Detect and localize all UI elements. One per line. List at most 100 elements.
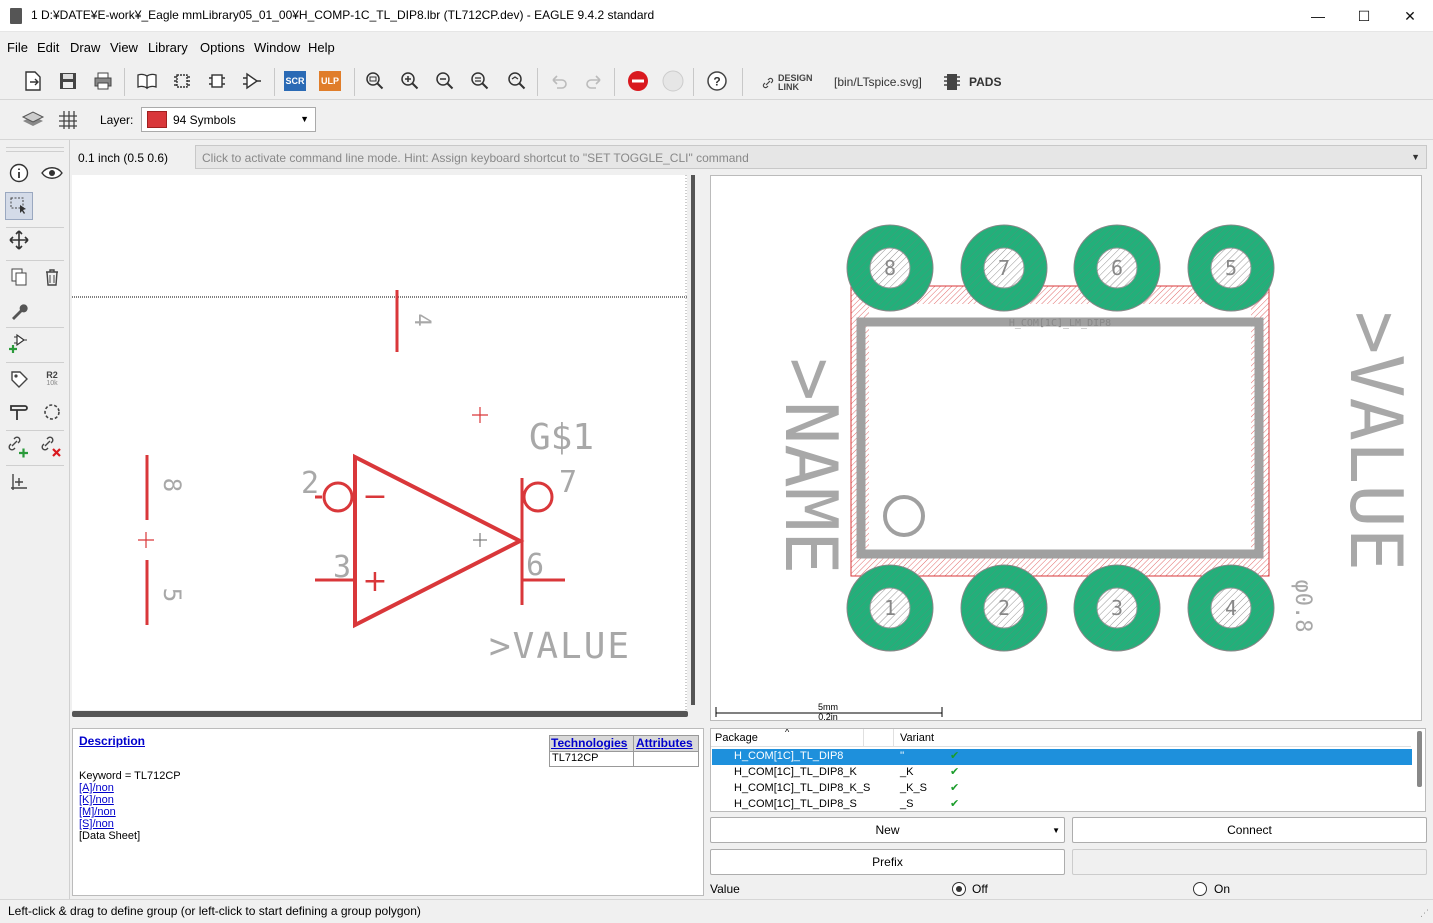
menu-library[interactable]: Library	[148, 40, 188, 55]
menu-help[interactable]: Help	[308, 40, 335, 55]
delete-icon[interactable]	[38, 263, 66, 291]
restrict-area-inner	[869, 304, 1251, 558]
toolbar-separator	[354, 68, 355, 96]
name-tag-icon[interactable]	[5, 365, 33, 393]
r2-label: R2	[46, 369, 58, 380]
pin-number-4: 4	[409, 313, 434, 326]
command-line-input[interactable]: Click to activate command line mode. Hin…	[195, 145, 1427, 169]
menu-window[interactable]: Window	[254, 40, 300, 55]
description-link[interactable]: Description	[79, 734, 145, 748]
menu-view[interactable]: View	[110, 40, 138, 55]
value-on-radio[interactable]	[1193, 882, 1207, 896]
table-scrollbar-track[interactable]	[1416, 729, 1424, 791]
move-icon[interactable]	[5, 226, 33, 254]
zoom-in-icon[interactable]	[397, 69, 423, 93]
device-icon[interactable]	[204, 69, 230, 93]
wrench-icon[interactable]	[5, 297, 33, 325]
attributes-link[interactable]: Attributes	[636, 736, 693, 750]
add-gate-icon[interactable]	[5, 330, 33, 358]
layer-label: Layer:	[100, 113, 134, 127]
package-name-label: >NAME	[769, 358, 853, 575]
table-row[interactable]: H_COM[1C]_TL_DIP8_K_S _K_S ✔	[712, 781, 1412, 797]
connect-button[interactable]: Connect	[1072, 817, 1427, 843]
package-outline-label: H_COM[1C]_LM_DIP8	[1009, 318, 1111, 329]
smash-icon[interactable]	[5, 398, 33, 426]
connect-add-icon[interactable]	[5, 433, 33, 461]
layer-select[interactable]: 94 Symbols ▼	[141, 107, 316, 132]
value-tool-icon[interactable]: R2 10k	[38, 365, 66, 393]
menu-options[interactable]: Options	[200, 40, 245, 55]
chevron-down-icon: ▼	[1052, 826, 1060, 835]
copy-icon[interactable]	[5, 263, 33, 291]
prefix-button[interactable]: Prefix	[710, 849, 1065, 875]
ulp-button[interactable]: ULP	[319, 71, 341, 91]
technologies-table: Technologies Attributes TL712CP	[549, 735, 699, 767]
save-icon[interactable]	[55, 69, 81, 93]
redo-icon[interactable]	[581, 69, 607, 93]
pads-bottom: 1 2 3 4	[846, 564, 1275, 652]
ltspice-button[interactable]: [bin/LTspice.svg]	[834, 75, 922, 89]
help-icon[interactable]: ?	[704, 69, 730, 93]
print-icon[interactable]	[90, 69, 116, 93]
link-a-non[interactable]: [A]/non	[79, 782, 114, 794]
undo-icon[interactable]	[546, 69, 572, 93]
zoom-out-icon[interactable]	[432, 69, 458, 93]
close-button[interactable]: ✕	[1387, 0, 1433, 32]
layers-icon[interactable]	[20, 108, 46, 132]
minimize-button[interactable]: —	[1295, 0, 1341, 32]
grid-icon[interactable]	[55, 108, 81, 132]
zoom-fit-icon[interactable]	[362, 69, 388, 93]
link-m-non[interactable]: [M]/non	[79, 806, 116, 818]
info-icon[interactable]	[5, 159, 33, 187]
zoom-previous-icon[interactable]	[467, 69, 493, 93]
inversion-bubble	[522, 481, 554, 513]
horizontal-scrollbar[interactable]	[72, 711, 688, 717]
technologies-link[interactable]: Technologies	[551, 736, 627, 750]
package-icon[interactable]	[169, 69, 195, 93]
table-row[interactable]: H_COM[1C]_TL_DIP8 '' ✔	[712, 749, 1412, 765]
library-book-icon[interactable]	[134, 69, 160, 93]
symbol-editor-canvas[interactable]: 4 G$1 8 5 − 2 + 3 7 6 >VALUE	[72, 175, 687, 710]
maximize-button[interactable]: ☐	[1341, 0, 1387, 32]
chevron-down-icon[interactable]: ▼	[1411, 152, 1420, 162]
script-button[interactable]: SCR	[284, 71, 306, 91]
technologies-header[interactable]: Technologies	[550, 736, 634, 752]
symbol-icon[interactable]	[239, 69, 265, 93]
pads-chip-icon[interactable]	[942, 72, 962, 95]
menu-edit[interactable]: Edit	[37, 40, 59, 55]
palette-separator	[6, 147, 64, 148]
package-variant-table: Package ^ Variant H_COM[1C]_TL_DIP8 '' ✔ H_…	[710, 728, 1426, 812]
ratsnest-icon[interactable]	[38, 398, 66, 426]
pads-label[interactable]: PADS	[969, 75, 1001, 89]
menu-draw[interactable]: Draw	[70, 40, 100, 55]
go-icon[interactable]	[660, 69, 686, 93]
table-row[interactable]: H_COM[1C]_TL_DIP8_S _S ✔	[712, 797, 1412, 811]
column-header-variant[interactable]: Variant	[900, 732, 934, 744]
menu-file[interactable]: File	[7, 40, 28, 55]
table-scrollbar-thumb[interactable]	[1417, 731, 1422, 787]
new-button[interactable]: New ▼	[710, 817, 1065, 843]
table-row[interactable]: H_COM[1C]_TL_DIP8_K _K ✔	[712, 765, 1412, 781]
drill-label: φ0.8	[1290, 580, 1315, 633]
pad-number: 4	[1225, 596, 1237, 620]
value-off-radio[interactable]	[952, 882, 966, 896]
toolbar-separator	[537, 68, 538, 96]
prefix-value-field[interactable]	[1072, 849, 1427, 875]
attributes-header[interactable]: Attributes	[634, 736, 698, 752]
group-select-icon[interactable]	[5, 192, 33, 220]
pad: 3	[1073, 564, 1161, 652]
link-k-non[interactable]: [K]/non	[79, 794, 114, 806]
stop-icon[interactable]	[625, 69, 651, 93]
eye-icon[interactable]	[38, 159, 66, 187]
new-file-icon[interactable]	[20, 69, 46, 93]
link-s-non[interactable]: [S]/non	[79, 818, 114, 830]
connect-remove-icon[interactable]	[38, 433, 66, 461]
zoom-select-icon[interactable]	[504, 69, 530, 93]
mark-origin-icon[interactable]	[5, 468, 33, 496]
vertical-scrollbar[interactable]	[691, 175, 695, 705]
package-cell: H_COM[1C]_TL_DIP8_K_S	[734, 782, 871, 794]
column-header-package[interactable]: Package	[715, 732, 758, 744]
cursor-cross	[473, 533, 487, 547]
origin-cross	[472, 407, 488, 423]
pin-number-3: 3	[333, 550, 351, 585]
